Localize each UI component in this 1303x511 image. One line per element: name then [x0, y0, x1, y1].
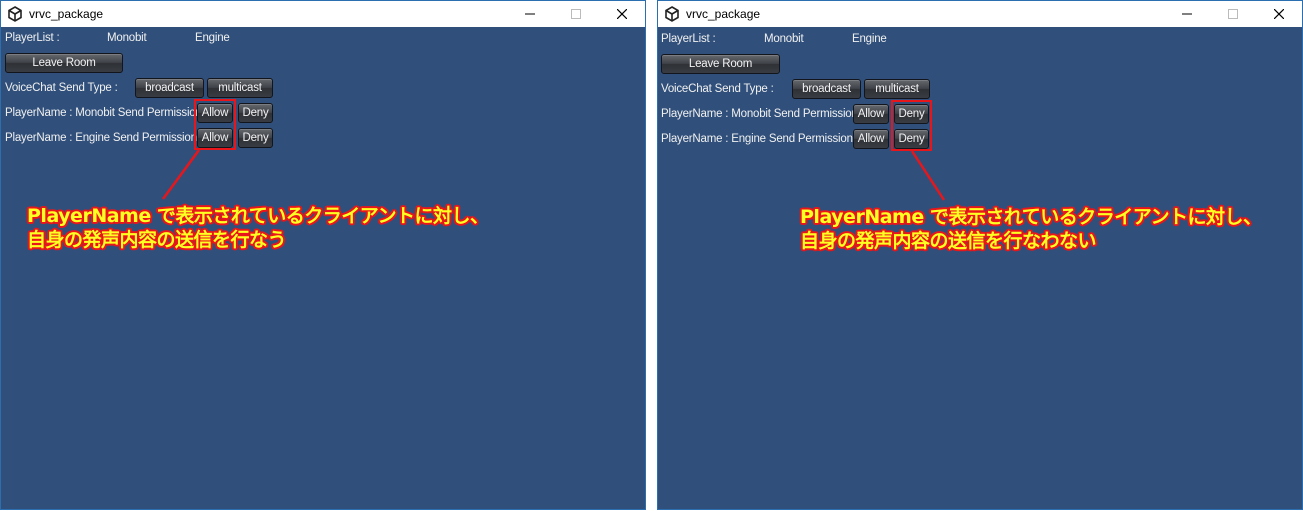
- unity-logo-icon: [664, 6, 680, 22]
- title-bar[interactable]: vrvc_package: [658, 1, 1302, 27]
- note-line-1: PlayerName で表示されているクライアントに対し、: [800, 206, 1262, 228]
- close-icon: [1274, 9, 1284, 19]
- window-left: vrvc_package PlayerList : Monobit Engine…: [0, 0, 646, 510]
- note-line-2: 自身の発声内容の送信を行なわない: [800, 230, 1097, 252]
- maximize-button[interactable]: [553, 1, 599, 27]
- minimize-button[interactable]: [507, 1, 553, 27]
- window-title: vrvc_package: [29, 7, 104, 21]
- window-right: vrvc_package PlayerList : Monobit Engine…: [657, 0, 1303, 510]
- maximize-icon: [1228, 9, 1238, 19]
- note-line-1: PlayerName で表示されているクライアントに対し、: [27, 205, 489, 227]
- close-icon: [617, 9, 627, 19]
- title-bar[interactable]: vrvc_package: [1, 1, 645, 27]
- note-line-2: 自身の発声内容の送信を行なう: [27, 229, 287, 251]
- client-area: PlayerList : Monobit Engine Leave Room V…: [1, 27, 645, 509]
- callout-line: [910, 150, 946, 201]
- maximize-button[interactable]: [1210, 1, 1256, 27]
- minimize-icon: [1182, 13, 1192, 15]
- minimize-icon: [525, 13, 535, 15]
- close-button[interactable]: [1256, 1, 1302, 27]
- client-area: PlayerList : Monobit Engine Leave Room V…: [658, 27, 1302, 509]
- window-title: vrvc_package: [686, 7, 761, 21]
- unity-logo-icon: [7, 6, 23, 22]
- minimize-button[interactable]: [1164, 1, 1210, 27]
- close-button[interactable]: [599, 1, 645, 27]
- maximize-icon: [571, 9, 581, 19]
- callout-line: [161, 149, 201, 200]
